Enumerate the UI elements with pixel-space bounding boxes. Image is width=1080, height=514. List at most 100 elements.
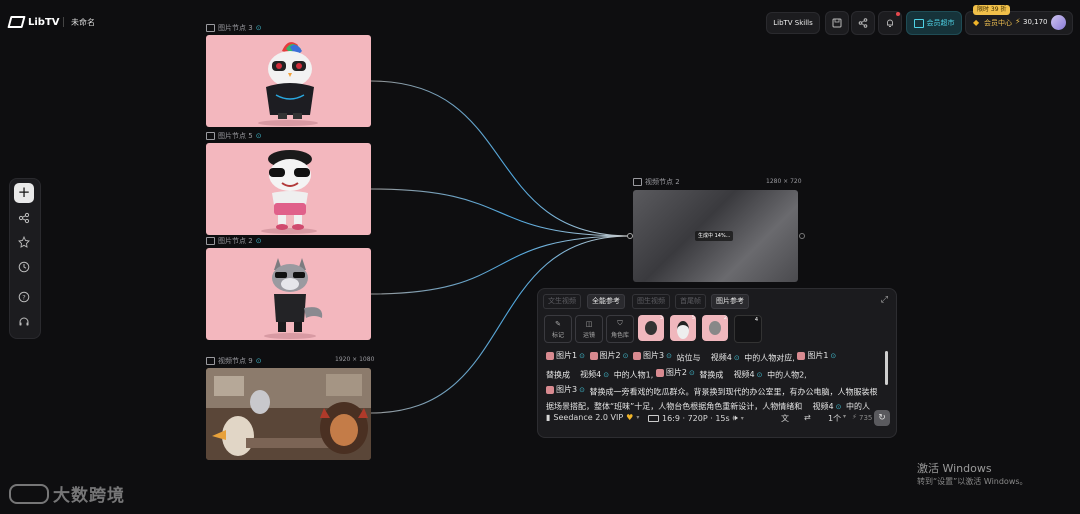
generation-panel: 文生视频 全能参考 图生视频 首尾帧 图片参考 ⤢ ✎ 标记 ◫ 运镜 ⛉ 角色库 3… xyxy=(537,288,897,438)
prompt-word: 替换成一旁看戏的吃瓜群众。背景换到现代的办公室里，有办公电脑，人物服装根 xyxy=(589,387,878,397)
node-title: 图片节点 3 xyxy=(218,24,253,32)
tag-label: 视频4 xyxy=(733,370,755,380)
node-label: 图片节点 5 ⊙ xyxy=(206,131,262,141)
prompt-word: 替换成 xyxy=(699,370,724,380)
tab-omni-reference[interactable]: 全能参考 xyxy=(587,294,625,309)
credit-cost-icon: ⚡ xyxy=(852,413,857,421)
prompt-tag-video4: 视频4 ⊙ xyxy=(734,368,763,383)
verified-icon: ⊙ xyxy=(255,24,262,32)
prompt-word: 站位与 xyxy=(676,353,701,363)
generate-button[interactable]: ↻ xyxy=(874,410,890,426)
expand-icon[interactable]: ⤢ xyxy=(881,295,888,305)
owl-character-image xyxy=(258,42,318,126)
brand-logo-icon xyxy=(9,483,49,504)
image-node-panda[interactable] xyxy=(206,143,371,235)
node-dims: 1280 × 720 xyxy=(766,178,802,185)
node-title: 视频节点 2 xyxy=(645,178,680,186)
tag-label: 图片1 xyxy=(556,351,578,360)
prompt-word: 中的人物2, xyxy=(767,370,807,380)
model-bars-icon: ▮ xyxy=(546,413,551,422)
video-node-office[interactable] xyxy=(206,368,371,460)
tool-label: 角色库 xyxy=(610,332,629,339)
brand-watermark: 大数跨境 xyxy=(9,481,125,506)
count-selector[interactable]: 1个 xyxy=(828,413,841,424)
thumb-number: 4 xyxy=(754,317,758,323)
reference-thumb-owl[interactable]: 3 xyxy=(638,315,664,341)
tab-image-to-video[interactable]: 图生视频 xyxy=(632,294,670,309)
tag-label: 视频4 xyxy=(580,370,602,380)
vip-icon: ♥ xyxy=(626,413,634,422)
chevron-down-icon: ▾ xyxy=(636,414,640,421)
node-dims: 1920 × 1080 xyxy=(335,356,375,363)
reference-thumb-panda[interactable]: 5 xyxy=(670,315,696,341)
reference-thumb-wolf[interactable]: 2 xyxy=(702,315,728,341)
image-thumb-icon xyxy=(633,352,642,361)
tool-label: 运镜 xyxy=(582,331,595,339)
tag-label: 图片2 xyxy=(599,351,621,360)
video-icon xyxy=(633,178,642,186)
prompt-text[interactable]: 图片1 ⊙ 图片2 ⊙ 图片3 ⊙ 站位与 视频4 ⊙ 中的人物对应, 图片1 ⊙ 替换成… xyxy=(546,349,882,415)
thumb-wolf-icon xyxy=(709,321,721,335)
verified-icon: ⊙ xyxy=(622,352,629,360)
image-node-owl[interactable] xyxy=(206,35,371,127)
camera-icon: ◫ xyxy=(585,319,593,328)
optimize-icon[interactable]: ⇄ xyxy=(804,413,811,422)
windows-activation-title: 激活 Windows xyxy=(917,462,992,475)
node-label: 图片节点 3 ⊙ xyxy=(206,23,262,33)
tab-text-to-video[interactable]: 文生视频 xyxy=(543,294,581,309)
reference-thumb-video[interactable]: 4 xyxy=(734,315,762,343)
image-node-wolf[interactable] xyxy=(206,248,371,340)
prompt-word: 中的人物对应, xyxy=(744,353,795,363)
tag-label: 图片3 xyxy=(556,385,578,395)
node-title: 图片节点 5 xyxy=(218,132,253,140)
image-icon xyxy=(206,24,215,32)
image-thumb-icon xyxy=(589,352,598,361)
video-node-generating[interactable]: 生成中 14%... xyxy=(633,190,798,282)
prompt-tag-image1: 图片1 ⊙ xyxy=(546,349,585,364)
prompt-tag-video4: 视频4 ⊙ xyxy=(711,351,740,366)
image-thumb-icon xyxy=(797,352,806,361)
tool-label: 标记 xyxy=(551,331,564,339)
thumb-number: 3 xyxy=(659,315,663,321)
prompt-tag-image2: 图片2 ⊙ xyxy=(589,349,629,364)
shield-icon: ⛉ xyxy=(617,319,623,327)
office-scene-frame xyxy=(206,368,371,460)
loading-icon: ↻ xyxy=(878,413,886,423)
prompt-tag-image3: 图片3 ⊙ xyxy=(546,383,585,398)
video-input-port xyxy=(627,233,633,239)
tab-first-last-frame[interactable]: 首尾帧 xyxy=(675,294,706,309)
verified-icon: ⊙ xyxy=(666,352,672,360)
tab-image-reference[interactable]: 图片参考 xyxy=(711,294,749,309)
model-selector[interactable]: ▮ Seedance 2.0 VIP ♥ ▾ xyxy=(546,413,639,422)
model-name: Seedance 2.0 VIP xyxy=(553,413,624,422)
wolf-character-image xyxy=(264,258,323,339)
verified-icon: ⊙ xyxy=(255,132,262,140)
prompt-word: 中的人物1, xyxy=(613,370,654,380)
video-settings-selector[interactable]: 16:9 · 720P · 15s 🕪 ▾ xyxy=(648,413,744,423)
thumb-number: 5 xyxy=(691,315,695,321)
windows-activation-subtitle: 转到“设置”以激活 Windows。 xyxy=(917,477,1028,486)
verified-icon: ⊙ xyxy=(255,237,262,245)
translate-icon[interactable]: 文 xyxy=(781,413,789,424)
tag-label: 图片1 xyxy=(807,351,829,360)
node-label: 图片节点 2 ⊙ xyxy=(206,236,262,246)
tag-label: 视频4 xyxy=(710,353,732,363)
node-label: 视频节点 2 xyxy=(633,177,680,187)
prompt-tag-video4: 视频4 ⊙ xyxy=(580,368,609,383)
prompt-scrollbar[interactable] xyxy=(885,351,888,385)
verified-icon: ⊙ xyxy=(688,369,695,378)
character-library-button[interactable]: ⛉ 角色库 xyxy=(606,315,634,343)
camera-tool-button[interactable]: ◫ 运镜 xyxy=(575,315,603,343)
verified-icon: ⊙ xyxy=(255,357,262,365)
aspect-ratio-icon xyxy=(648,414,659,422)
node-title: 视频节点 9 xyxy=(218,357,253,365)
verified-icon: ⊙ xyxy=(733,354,740,363)
mark-icon: ✎ xyxy=(555,319,561,328)
mark-tool-button[interactable]: ✎ 标记 xyxy=(544,315,572,343)
verified-icon: ⊙ xyxy=(579,352,585,360)
thumb-number: 2 xyxy=(723,315,727,321)
verified-icon: ⊙ xyxy=(579,386,585,395)
prompt-tag-image3: 图片3 ⊙ xyxy=(633,349,672,364)
tag-label: 图片2 xyxy=(665,368,687,378)
prompt-word: 据场景搭配，整体“班味”十足，人物台色根据角色重新设计，人物情绪和 xyxy=(546,402,803,412)
